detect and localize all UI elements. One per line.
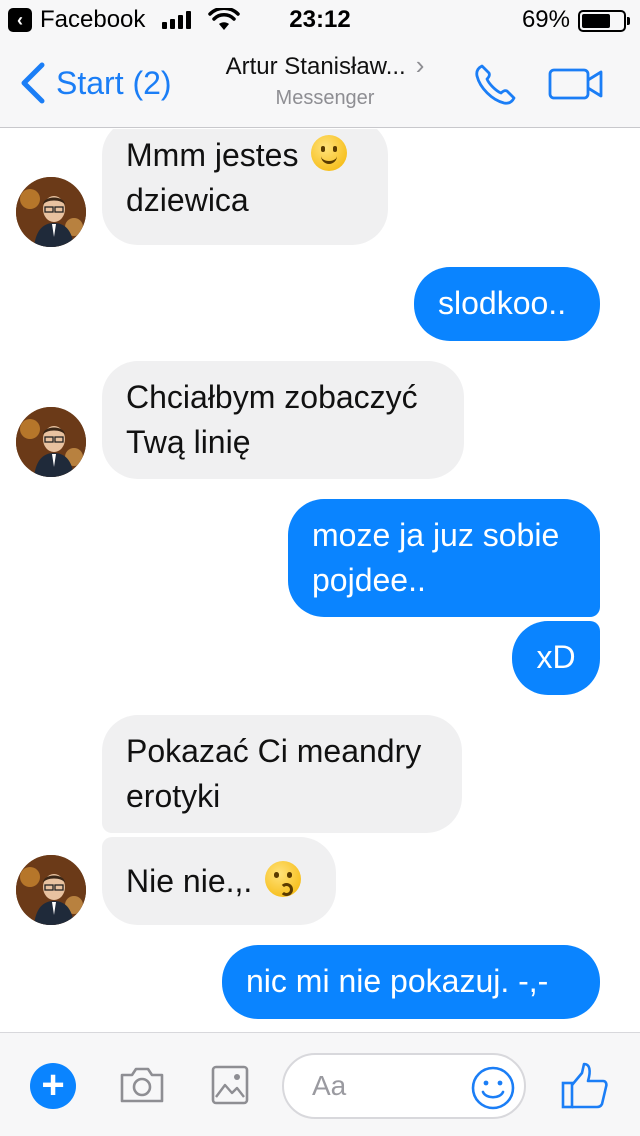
chevron-left-icon (21, 62, 45, 104)
message-text: slodkoo.. (438, 285, 567, 321)
status-bar: ‹ Facebook 23:12 69% (0, 0, 640, 40)
contact-subtitle: Messenger (275, 87, 375, 109)
avatar-photo (16, 855, 86, 925)
battery-fill (582, 14, 610, 28)
video-camera-icon[interactable] (548, 66, 604, 102)
message-bubble-outgoing[interactable]: moze ja juz sobie pojdee.. (288, 499, 600, 617)
message-text: erotyki (126, 778, 221, 814)
message-text: Mmm jestes (126, 137, 299, 173)
message-bubble-outgoing[interactable]: nic mi nie pokazuj. -,- (222, 945, 600, 1019)
message-text: pojdee.. (312, 562, 426, 598)
contact-title[interactable]: Artur Stanisław... › Messenger (200, 50, 450, 112)
battery-icon (578, 10, 630, 32)
message-composer: + (0, 1032, 640, 1136)
message-text: Chciałbym zobaczyć (126, 379, 418, 415)
chevron-right-icon: › (415, 50, 425, 80)
message-bubble-outgoing[interactable]: xD (512, 621, 600, 695)
avatar-photo (16, 177, 86, 247)
message-text: dziewica (126, 182, 249, 218)
message-list[interactable]: Mmm jestes dziewica slodkoo.. Chciałbym … (0, 129, 640, 1032)
avatar[interactable] (16, 177, 86, 247)
camera-icon[interactable] (118, 1065, 166, 1105)
thumbs-up-icon[interactable] (560, 1061, 610, 1111)
image-icon[interactable] (210, 1063, 250, 1107)
message-text: moze ja juz sobie (312, 517, 560, 553)
message-bubble-incoming[interactable]: Mmm jestes dziewica (102, 129, 388, 245)
message-text: xD (536, 639, 576, 675)
slightly-smiling-face-icon (311, 135, 348, 171)
back-label: Start (2) (56, 65, 172, 101)
plus-icon[interactable]: + (30, 1063, 76, 1109)
message-text: Pokazać Ci meandry (126, 733, 422, 769)
message-text: Nie nie.,. (126, 863, 253, 899)
message-bubble-incoming[interactable]: Nie nie.,. (102, 837, 336, 925)
back-button[interactable]: Start (2) (14, 60, 172, 106)
emoji-icon[interactable] (470, 1065, 516, 1111)
avatar-photo (16, 407, 86, 477)
conversation-header: Start (2) Artur Stanisław... › Messenger (0, 40, 640, 128)
avatar[interactable] (16, 855, 86, 925)
message-bubble-incoming[interactable]: Pokazać Ci meandry erotyki (102, 715, 462, 833)
avatar[interactable] (16, 407, 86, 477)
battery-percent: 69% (521, 6, 570, 33)
kissing-face-icon (265, 861, 302, 897)
message-bubble-incoming[interactable]: Chciałbym zobaczyć Twą linię (102, 361, 464, 479)
message-bubble-outgoing[interactable]: slodkoo.. (414, 267, 600, 341)
phone-icon[interactable] (472, 62, 518, 108)
message-text: nic mi nie pokazuj. -,- (246, 963, 549, 999)
message-text: Twą linię (126, 424, 251, 460)
messenger-screen: ‹ Facebook 23:12 69% Start (2) Artur Sta… (0, 0, 640, 1136)
contact-name: Artur Stanisław... (225, 53, 406, 80)
